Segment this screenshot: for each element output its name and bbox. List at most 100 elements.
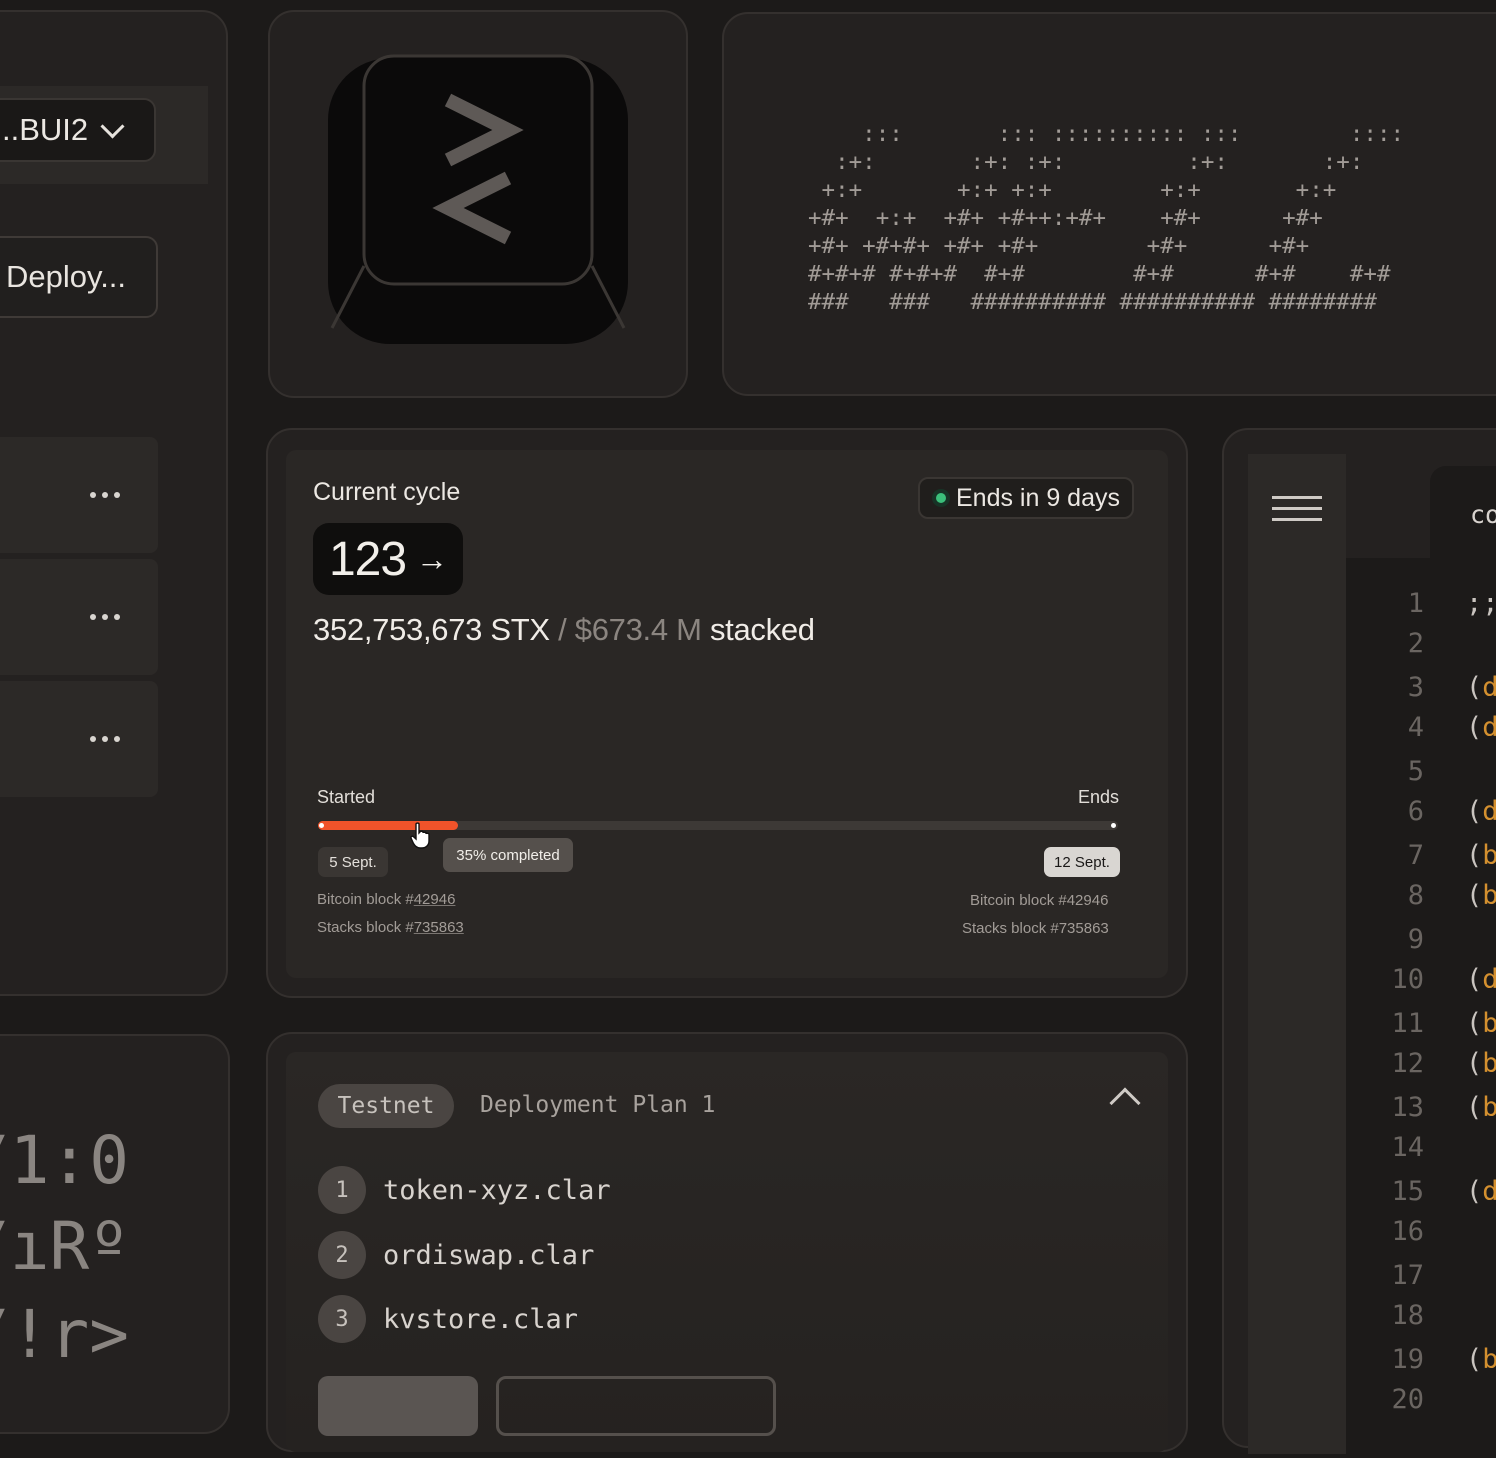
progress-tooltip: 35% completed [443,838,573,872]
code-line: (b [1466,1008,1496,1039]
stacked-summary: 352,753,673 STX / $673.4 M stacked [313,612,815,648]
chevron-down-icon [100,113,125,139]
stacked-usd: $673.4 M [574,612,702,647]
code-line: (d [1466,964,1496,995]
list-item[interactable]: 3 kvstore.clar [318,1295,578,1343]
progress-fill [318,821,458,830]
line-number: 19 [1391,1344,1424,1375]
code-line: (b [1466,1048,1496,1079]
code-line: (b [1466,880,1496,911]
hand-cursor-icon [410,822,430,849]
editor-tab-label: co [1470,500,1496,529]
line-number: 5 [1407,756,1424,787]
progress-end-dot [1111,823,1116,828]
list-item[interactable] [0,437,158,553]
keycap-logo-icon [328,54,628,344]
list-item[interactable] [0,681,158,797]
ends-label: Ends [1078,787,1120,807]
end-bitcoin-block: Bitcoin block #42946 [970,892,1109,909]
code-paren: ( [1466,1344,1483,1375]
code-paren: ( [1466,964,1483,995]
editor-tab[interactable]: co [1430,466,1496,562]
line-number: 13 [1391,1092,1424,1123]
code-keyword: d [1482,712,1496,743]
line-number: 17 [1391,1260,1424,1291]
code-line: ;; [1466,588,1496,619]
line-number: 10 [1391,964,1424,995]
ascii-art: ::: ::: :::::::::: ::: :::: :+: :+: :+: … [808,121,1405,315]
code-keyword: b [1482,1048,1496,1079]
status-dot-icon [936,493,946,503]
code-paren: ( [1466,712,1483,743]
ends-in-text: Ends in 9 days [956,483,1120,512]
stacked-amount: 352,753,673 STX [313,612,550,647]
start-stacks-block: Stacks block #735863 [317,919,464,936]
code-paren: ( [1466,1008,1483,1039]
code-paren: ( [1466,1048,1483,1079]
code-keyword: b [1482,880,1496,911]
code-keyword: b [1482,840,1496,871]
code-line: (d [1466,672,1496,703]
more-horizontal-icon[interactable] [90,614,120,620]
start-stacks-prefix: Stacks block # [317,919,414,936]
glyph-line: /ıRº [0,1208,129,1285]
line-number: 9 [1407,924,1424,955]
address-select[interactable]: ..BUI2 [0,98,156,162]
contract-name: ordiswap.clar [383,1239,595,1271]
end-stacks-block: Stacks block #735863 [962,920,1109,937]
cycle-number-button[interactable]: 123 → [313,523,463,595]
code-keyword: d [1482,1176,1496,1207]
code-keyword: d [1482,796,1496,827]
secondary-action-button[interactable] [496,1376,776,1436]
code-line: (d [1466,712,1496,743]
code-keyword: d [1482,672,1496,703]
status-badge: Ends in 9 days [918,477,1134,519]
line-number: 8 [1407,880,1424,911]
code-paren: ( [1466,880,1483,911]
line-number: 15 [1391,1176,1424,1207]
stacked-separator: / [558,612,567,647]
line-number: 18 [1391,1300,1424,1331]
cycle-label: Current cycle [313,478,461,506]
line-number: 12 [1391,1048,1424,1079]
end-date-chip: 12 Sept. [1044,847,1120,877]
step-number: 3 [318,1295,366,1343]
line-number: 16 [1391,1216,1424,1247]
code-keyword: d [1482,964,1496,995]
code-line: (b [1466,1092,1496,1123]
line-number: 7 [1407,840,1424,871]
step-number: 2 [318,1231,366,1279]
progress-start-dot [319,823,324,828]
start-bitcoin-link[interactable]: 42946 [414,891,456,908]
more-horizontal-icon[interactable] [90,736,120,742]
started-label: Started [317,787,376,807]
glyph-line: /!r> [0,1296,129,1373]
line-number: 11 [1391,1008,1424,1039]
code-keyword: b [1482,1008,1496,1039]
code-paren: ( [1466,796,1483,827]
code-keyword: b [1482,1092,1496,1123]
logo-tile [268,10,688,398]
list-item[interactable]: 2 ordiswap.clar [318,1231,594,1279]
code-paren: ( [1466,840,1483,871]
list-item[interactable]: 1 token-xyz.clar [318,1166,611,1214]
plan-title: Deployment Plan 1 [480,1092,716,1118]
start-bitcoin-prefix: Bitcoin block # [317,891,414,908]
start-stacks-link[interactable]: 735863 [414,919,464,936]
start-date-chip: 5 Sept. [318,847,388,877]
primary-action-button[interactable] [318,1376,478,1436]
start-bitcoin-block: Bitcoin block #42946 [317,891,455,908]
code-paren: ( [1466,1176,1483,1207]
ascii-art-panel: ::: ::: :::::::::: ::: :::: :+: :+: :+: … [722,12,1496,396]
stacked-suffix: stacked [709,612,815,647]
code-line: (d [1466,796,1496,827]
more-horizontal-icon[interactable] [90,492,120,498]
contract-name: kvstore.clar [383,1303,579,1335]
cycle-number: 123 [328,532,407,586]
deploy-button[interactable]: Deploy... [0,236,158,318]
list-item[interactable] [0,559,158,675]
network-badge[interactable]: Testnet [318,1084,454,1128]
line-number: 6 [1407,796,1424,827]
address-select-value: ..BUI2 [2,112,89,147]
step-number: 1 [318,1166,366,1214]
